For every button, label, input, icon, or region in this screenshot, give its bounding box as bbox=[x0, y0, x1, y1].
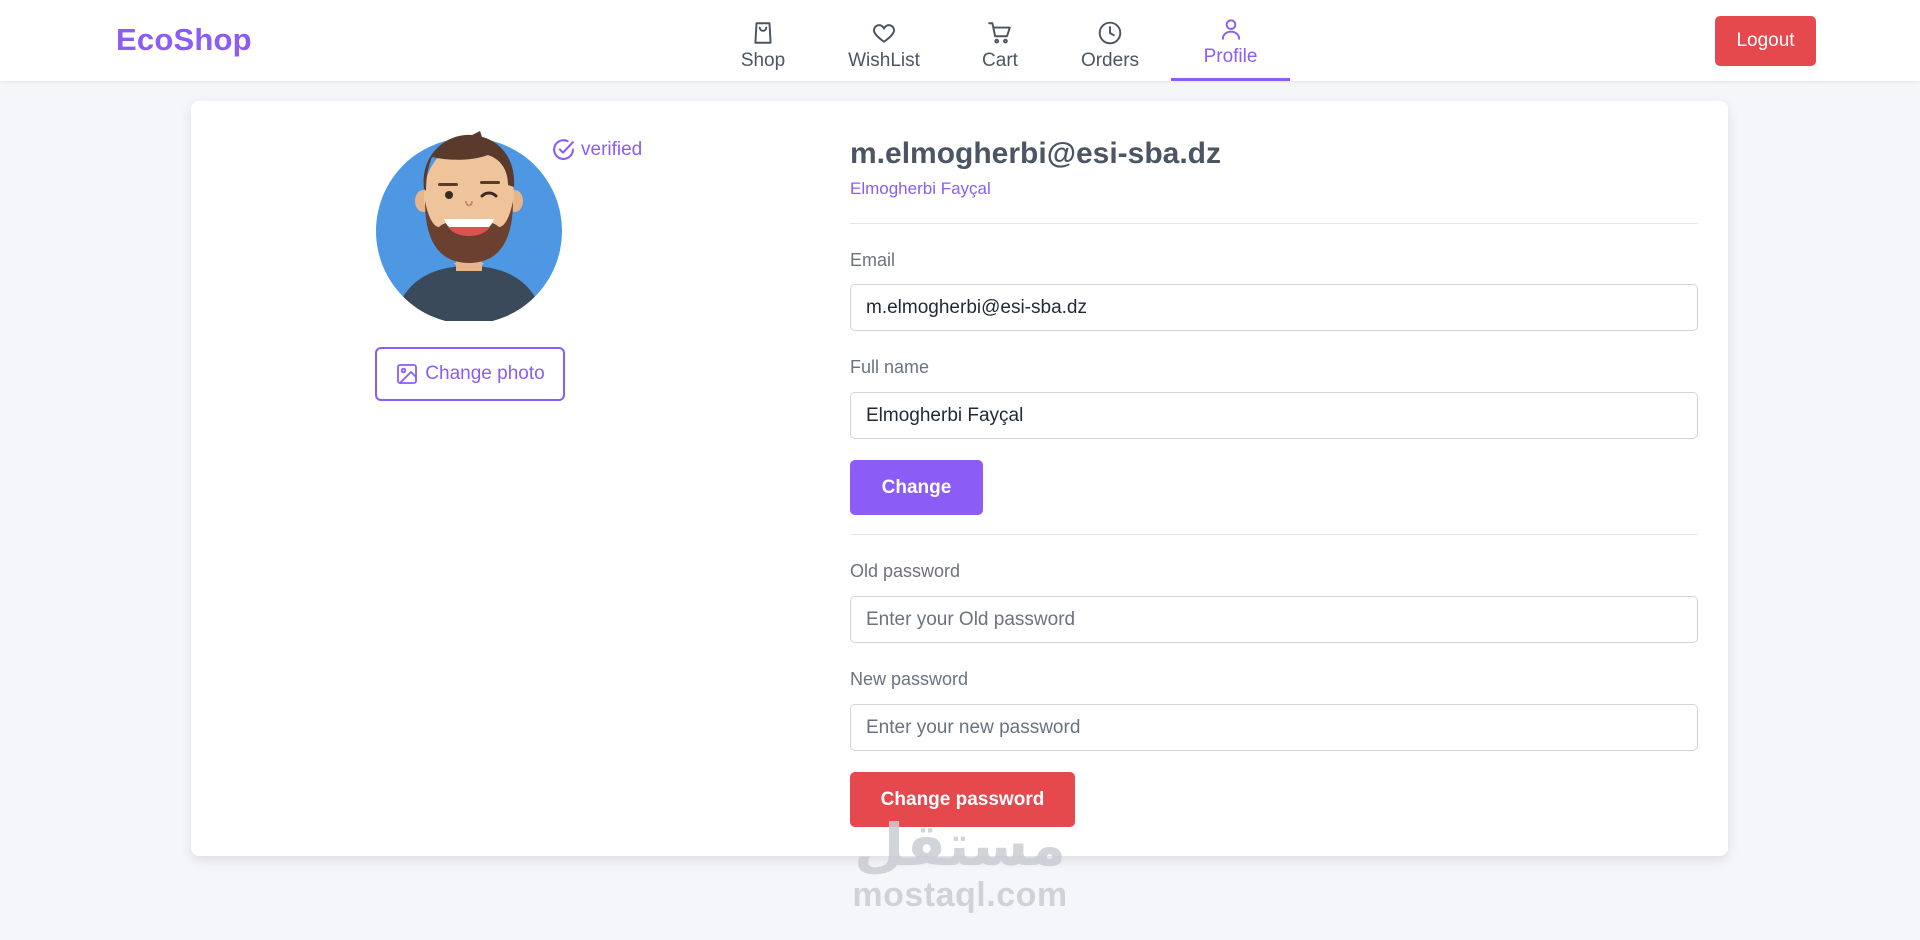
divider bbox=[850, 534, 1698, 535]
nav-item-shop[interactable]: Shop bbox=[729, 0, 797, 81]
divider bbox=[850, 223, 1698, 224]
old-password-label: Old password bbox=[850, 561, 961, 581]
nav-item-cart[interactable]: Cart bbox=[972, 0, 1028, 81]
clock-icon bbox=[1098, 21, 1122, 45]
nav-label-wishlist: WishList bbox=[848, 50, 920, 71]
nav-label-cart: Cart bbox=[982, 50, 1018, 71]
user-icon bbox=[1221, 19, 1240, 40]
email-label: Email bbox=[850, 250, 896, 270]
brand-logo[interactable]: EcoShop bbox=[116, 22, 252, 58]
fullname-label: Full name bbox=[850, 357, 930, 377]
nav-item-profile[interactable]: Profile bbox=[1171, 0, 1290, 81]
verified-badge: verified bbox=[551, 137, 642, 162]
avatar bbox=[376, 131, 562, 321]
profile-card: verified Change photo m.elmogherbi@esi-s… bbox=[191, 101, 1728, 856]
check-circle-icon bbox=[553, 139, 574, 160]
new-password-label: New password bbox=[850, 669, 969, 689]
top-navbar: EcoShop Shop WishList Cart Orders Profil… bbox=[0, 0, 1920, 81]
profile-name-subheading: Elmogherbi Fayçal bbox=[850, 179, 991, 198]
nav-item-orders[interactable]: Orders bbox=[1075, 0, 1145, 81]
old-password-field[interactable] bbox=[850, 596, 1698, 643]
nav-label-profile: Profile bbox=[1203, 46, 1258, 67]
nav-label-orders: Orders bbox=[1080, 50, 1140, 71]
change-photo-label: Change photo bbox=[425, 363, 545, 384]
logout-button[interactable]: Logout bbox=[1715, 16, 1816, 66]
profile-email-heading: m.elmogherbi@esi-sba.dz bbox=[850, 137, 1222, 170]
change-button[interactable]: Change bbox=[850, 460, 983, 515]
nav-item-wishlist[interactable]: WishList bbox=[841, 0, 927, 81]
change-photo-button[interactable]: Change photo bbox=[375, 347, 565, 401]
heart-icon bbox=[873, 24, 895, 43]
nav-label-shop: Shop bbox=[740, 50, 786, 71]
verified-label: verified bbox=[581, 138, 643, 160]
image-icon bbox=[397, 364, 418, 384]
cart-icon bbox=[988, 22, 1011, 44]
watermark: مستقل mostaql.com bbox=[844, 815, 1076, 915]
watermark-latin: mostaql.com bbox=[852, 876, 1068, 914]
email-field[interactable] bbox=[850, 284, 1698, 331]
shopping-bag-icon bbox=[754, 22, 772, 44]
watermark-arabic: مستقل bbox=[853, 811, 1067, 879]
fullname-field[interactable] bbox=[850, 392, 1698, 439]
new-password-field[interactable] bbox=[850, 704, 1698, 751]
